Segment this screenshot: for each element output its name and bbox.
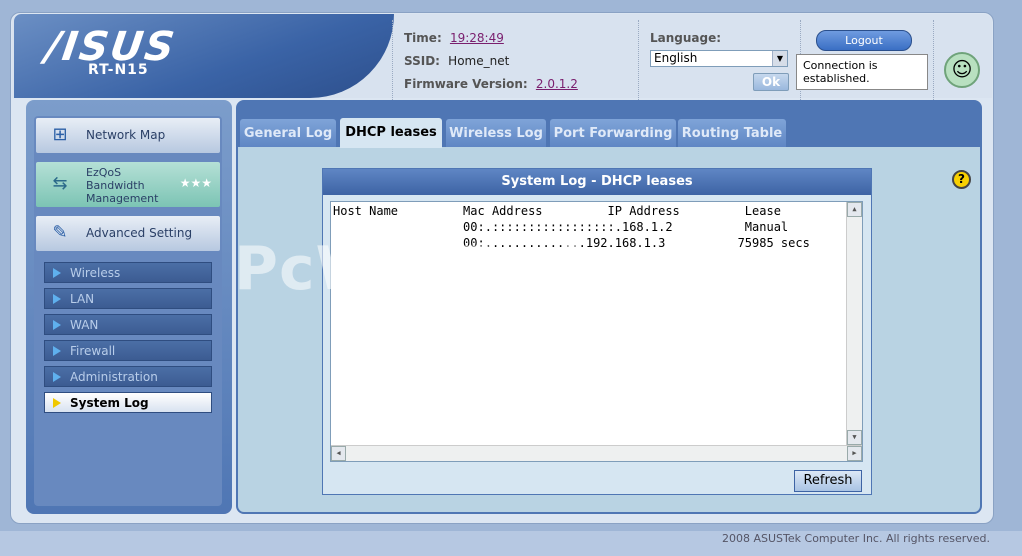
sidebar-item-label: WAN (70, 318, 99, 332)
status-line: Connection is (803, 59, 878, 72)
sidebar-item-system-log[interactable]: System Log (44, 392, 212, 413)
logout-button[interactable]: Logout (816, 30, 912, 51)
sidebar-item-administration[interactable]: Administration (44, 366, 212, 387)
tab-dhcp-leases[interactable]: DHCP leases (340, 118, 442, 148)
divider (933, 20, 934, 100)
log-textarea[interactable]: Host Name Mac Address IP Address Lease 0… (330, 201, 863, 462)
log-line: 00:..............192.168.1.3 75985 secs (333, 236, 810, 250)
sidebar-item-label: LAN (70, 292, 95, 306)
ssid-label: SSID: (404, 54, 440, 68)
firmware-info: Firmware Version: 2.0.1.2 (404, 77, 578, 91)
time-link[interactable]: 19:28:49 (450, 31, 504, 45)
sidebar-item-label: EzQoS Bandwidth Management (86, 166, 158, 205)
arrow-right-icon (53, 346, 61, 356)
arrow-right-icon (53, 320, 61, 330)
time-label: Time: (404, 31, 442, 45)
ssid-info: SSID: Home_net (404, 54, 509, 68)
language-label: Language: (650, 31, 722, 45)
tab-routing-table[interactable]: Routing Table (678, 119, 786, 147)
status-line: established. (803, 72, 870, 85)
qos-line: Bandwidth (86, 179, 145, 192)
horizontal-scrollbar[interactable]: ◀ ▶ (331, 445, 862, 461)
tools-icon: ✎ (52, 222, 68, 243)
sidebar-item-label: Advanced Setting (86, 226, 193, 240)
language-value: English (654, 51, 698, 65)
sidebar-item-wireless[interactable]: Wireless (44, 262, 212, 283)
divider (638, 20, 639, 100)
ok-button[interactable]: Ok (753, 73, 789, 91)
arrow-right-icon (53, 268, 61, 278)
scroll-up-icon[interactable]: ▲ (847, 202, 862, 217)
tab-general-log[interactable]: General Log (240, 119, 336, 147)
copyright-text: 2008 ASUSTek Computer Inc. All rights re… (722, 532, 990, 545)
help-icon[interactable]: ? (952, 170, 971, 189)
sidebar-item-label: System Log (70, 396, 149, 410)
sidebar-item-label: Wireless (70, 266, 121, 280)
sidebar-item-ezqos[interactable]: ⇆ EzQoS Bandwidth Management ★★★ (36, 162, 220, 207)
arrow-right-icon (53, 372, 61, 382)
tab-port-forwarding[interactable]: Port Forwarding (550, 119, 676, 147)
scroll-left-icon[interactable]: ◀ (331, 446, 346, 461)
qos-line: EzQoS (86, 166, 122, 179)
qos-line: Management (86, 192, 159, 205)
model-name: RT-N15 (88, 62, 149, 78)
sidebar-item-label: Administration (70, 370, 158, 384)
arrow-right-icon (53, 294, 61, 304)
language-select[interactable]: English ▼ (650, 50, 788, 67)
sidebar-item-advanced-setting[interactable]: ✎ Advanced Setting (36, 216, 220, 251)
firmware-link[interactable]: 2.0.1.2 (536, 77, 578, 91)
stars-icon: ★★★ (179, 176, 212, 190)
chevron-down-icon[interactable]: ▼ (772, 51, 787, 66)
log-line: 00:.:::::::::::::::::.168.1.2 Manual (333, 220, 789, 234)
sidebar-item-lan[interactable]: LAN (44, 288, 212, 309)
panel-title: System Log - DHCP leases (323, 169, 871, 195)
log-line: Host Name Mac Address IP Address Lease (333, 204, 781, 218)
sidebar-item-label: Network Map (86, 128, 166, 142)
firmware-label: Firmware Version: (404, 77, 528, 91)
network-map-icon: ⊞ (52, 124, 68, 145)
sidebar-item-network-map[interactable]: ⊞ Network Map (36, 118, 220, 153)
divider (392, 20, 393, 100)
bandwidth-icon: ⇆ (52, 173, 68, 194)
connection-status-tooltip: Connection is established. (796, 54, 928, 90)
time-info: Time: 19:28:49 (404, 31, 504, 45)
sidebar-item-firewall[interactable]: Firewall (44, 340, 212, 361)
sidebar-item-label: Firewall (70, 344, 116, 358)
vertical-scrollbar[interactable]: ▲ ▼ (846, 202, 862, 445)
sidebar-item-wan[interactable]: WAN (44, 314, 212, 335)
tab-wireless-log[interactable]: Wireless Log (446, 119, 546, 147)
scroll-right-icon[interactable]: ▶ (847, 446, 862, 461)
arrow-right-icon (53, 398, 61, 408)
refresh-button[interactable]: Refresh (794, 470, 862, 492)
ssid-value: Home_net (448, 54, 510, 68)
scroll-down-icon[interactable]: ▼ (847, 430, 862, 445)
mascot-icon[interactable]: ☺ (944, 52, 980, 88)
